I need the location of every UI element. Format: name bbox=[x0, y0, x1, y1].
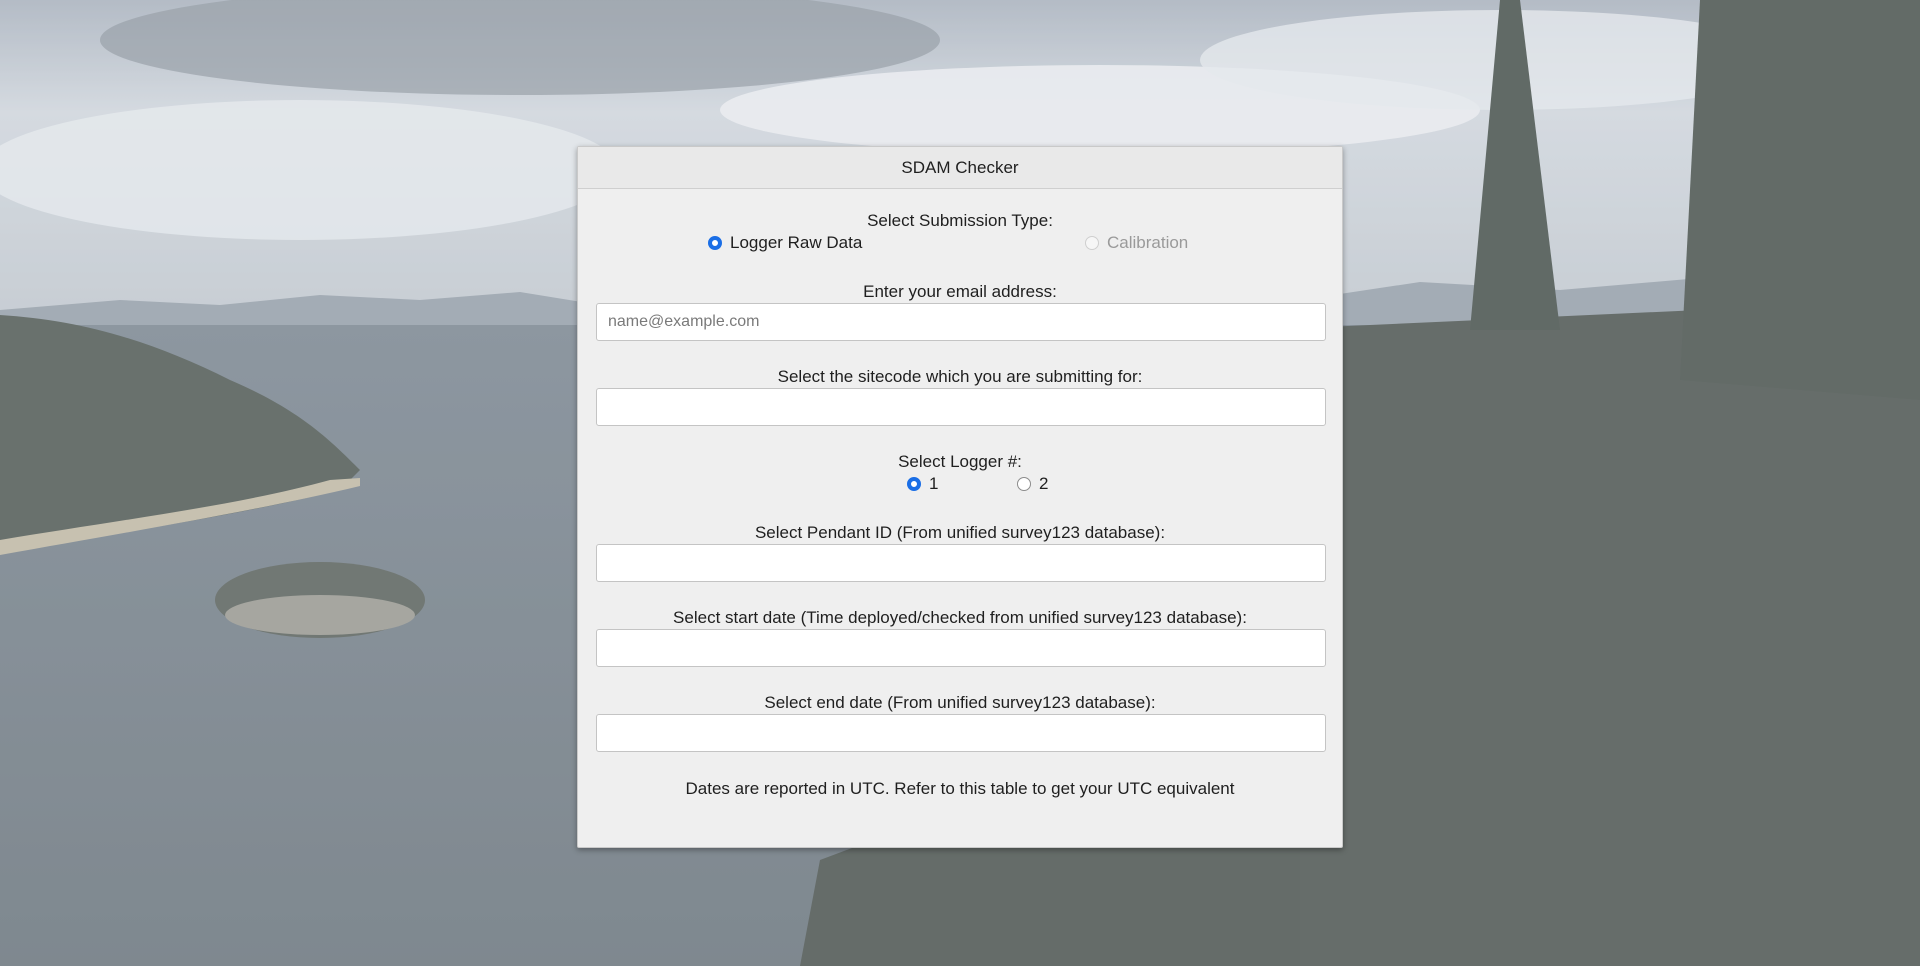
email-field[interactable] bbox=[596, 303, 1326, 341]
pendant-id-field[interactable] bbox=[596, 544, 1326, 582]
start-date-label: Select start date (Time deployed/checked… bbox=[673, 608, 1247, 627]
radio-calibration-label: Calibration bbox=[1107, 233, 1189, 252]
submission-type-group: Logger Raw Data Calibration bbox=[596, 232, 1324, 256]
sitecode-field[interactable] bbox=[596, 388, 1326, 426]
radio-checked-icon[interactable] bbox=[907, 477, 921, 491]
dialog-body: Select Submission Type: Logger Raw Data … bbox=[578, 189, 1342, 799]
pendant-id-label: Select Pendant ID (From unified survey12… bbox=[754, 523, 1166, 542]
radio-logger-2[interactable]: 2 bbox=[1017, 474, 1048, 494]
radio-checked-icon[interactable] bbox=[708, 236, 722, 250]
logger-label: Select Logger #: bbox=[898, 452, 1022, 471]
submission-type-label: Select Submission Type: bbox=[867, 211, 1053, 230]
end-date-label: Select end date (From unified survey123 … bbox=[764, 693, 1156, 712]
radio-unchecked-icon bbox=[1085, 236, 1099, 250]
radio-calibration: Calibration bbox=[1085, 233, 1188, 253]
radio-unchecked-icon[interactable] bbox=[1017, 477, 1031, 491]
dialog-title: SDAM Checker bbox=[901, 157, 1019, 177]
email-label: Enter your email address: bbox=[863, 282, 1057, 301]
radio-logger-raw-data-label: Logger Raw Data bbox=[730, 233, 863, 252]
radio-logger-1[interactable]: 1 bbox=[907, 474, 938, 494]
sitecode-label: Select the sitecode which you are submit… bbox=[777, 367, 1143, 386]
end-date-field[interactable] bbox=[596, 714, 1326, 752]
sdam-checker-dialog: SDAM Checker Select Submission Type: Log… bbox=[577, 146, 1343, 848]
utc-note: Dates are reported in UTC. Refer to this… bbox=[685, 779, 1235, 798]
radio-logger-2-label: 2 bbox=[1039, 474, 1049, 493]
dialog-header: SDAM Checker bbox=[578, 147, 1342, 189]
radio-logger-1-label: 1 bbox=[929, 474, 939, 493]
start-date-field[interactable] bbox=[596, 629, 1326, 667]
logger-group: 1 2 bbox=[596, 473, 1324, 497]
radio-logger-raw-data[interactable]: Logger Raw Data bbox=[708, 233, 862, 253]
